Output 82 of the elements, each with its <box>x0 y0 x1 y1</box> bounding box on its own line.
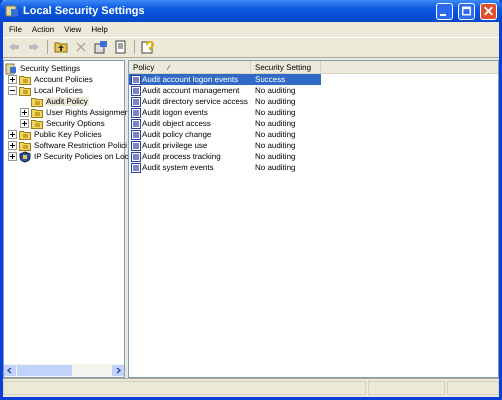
folder-icon <box>31 96 43 108</box>
tree-item[interactable]: Security Settings <box>19 64 82 73</box>
policy-row[interactable]: Audit account management No auditing <box>129 85 321 96</box>
minimize-button[interactable] <box>436 2 453 20</box>
policy-icon <box>131 74 141 84</box>
menu-item[interactable]: Help <box>87 24 112 35</box>
policy-icon <box>131 152 141 162</box>
minimize-icon <box>440 14 446 16</box>
app-icon <box>5 4 19 18</box>
table-cell: Audit policy change <box>142 130 212 139</box>
policy-icon <box>131 108 141 118</box>
policy-row[interactable]: Audit process tracking No auditing <box>129 151 321 162</box>
menu-item[interactable]: View <box>60 24 86 35</box>
table-cell: Audit process tracking <box>142 152 221 161</box>
menu-item[interactable]: File <box>5 24 26 35</box>
export-list-icon[interactable] <box>114 40 128 54</box>
tree-item[interactable]: Public Key Policies <box>33 130 103 139</box>
tree-item[interactable]: Security Options <box>45 119 106 128</box>
table-cell: Audit directory service access <box>142 97 248 106</box>
shield-icon <box>19 150 31 162</box>
tree-item[interactable]: Software Restriction Polici <box>33 141 128 150</box>
window-title: Local Security Settings <box>23 5 145 17</box>
maximize-button[interactable] <box>458 2 475 20</box>
tree-item[interactable]: User Rights Assignmer <box>45 108 128 117</box>
table-cell: Audit logon events <box>142 108 208 117</box>
column-header[interactable]: Security Setting <box>251 61 321 73</box>
table-cell: No auditing <box>255 130 296 139</box>
scrollbar-thumb[interactable] <box>17 365 72 376</box>
policy-icon <box>131 96 141 106</box>
properties-icon[interactable] <box>94 40 108 54</box>
tree-item[interactable]: IP Security Policies on Loc <box>33 152 130 161</box>
tree-item[interactable]: Audit Policy <box>45 97 89 106</box>
folder-icon <box>19 84 31 96</box>
help-icon[interactable] <box>141 40 155 54</box>
tree-item[interactable]: Local Policies <box>33 86 84 95</box>
expander-icon[interactable] <box>8 141 17 150</box>
table-cell: Success <box>255 75 286 84</box>
sort-icon <box>166 64 172 70</box>
table-cell: No auditing <box>255 108 296 117</box>
policy-icon <box>131 130 141 140</box>
folder-icon <box>31 106 43 118</box>
table-cell: Audit account logon events <box>142 75 238 84</box>
table-cell: No auditing <box>255 97 296 106</box>
expander-icon[interactable] <box>8 86 17 95</box>
folder-icon <box>19 128 31 140</box>
computer-icon <box>5 62 17 74</box>
folder-icon <box>19 140 31 152</box>
table-cell: Audit privilege use <box>142 141 208 150</box>
menu-item[interactable]: Action <box>28 24 58 35</box>
policy-row[interactable]: Audit privilege use No auditing <box>129 140 321 151</box>
policy-row[interactable]: Audit logon events No auditing <box>129 107 321 118</box>
tree-item[interactable]: Account Policies <box>33 75 94 84</box>
table-cell: No auditing <box>255 163 296 172</box>
expander-icon[interactable] <box>20 108 29 117</box>
policy-icon <box>131 118 141 128</box>
policy-icon <box>131 86 141 96</box>
expander-icon[interactable] <box>8 75 17 84</box>
folder-up-icon[interactable] <box>54 40 68 54</box>
policy-row[interactable]: Audit policy change No auditing <box>129 129 321 140</box>
policy-row[interactable]: Audit system events No auditing <box>129 162 321 173</box>
horizontal-scrollbar[interactable] <box>4 364 124 377</box>
policy-row[interactable]: Audit directory service access No auditing <box>129 96 321 107</box>
policy-row[interactable]: Audit account logon events Success <box>129 74 321 85</box>
close-button[interactable] <box>480 2 497 20</box>
policy-row[interactable]: Audit object access No auditing <box>129 118 321 129</box>
scroll-right-icon[interactable] <box>112 365 124 376</box>
scroll-left-icon[interactable] <box>4 365 16 376</box>
table-cell: Audit account management <box>142 86 240 95</box>
expander-icon[interactable] <box>20 119 29 128</box>
policy-icon <box>131 162 141 172</box>
table-cell: Audit system events <box>142 163 214 172</box>
expander-icon[interactable] <box>8 130 17 139</box>
column-header[interactable]: Policy <box>129 61 251 73</box>
table-cell: Audit object access <box>142 119 211 128</box>
table-cell: No auditing <box>255 141 296 150</box>
table-cell: No auditing <box>255 152 296 161</box>
folder-icon <box>31 118 43 130</box>
table-cell: No auditing <box>255 86 296 95</box>
policy-icon <box>131 140 141 150</box>
expander-icon[interactable] <box>8 152 17 161</box>
folder-icon <box>19 74 31 86</box>
table-cell: No auditing <box>255 119 296 128</box>
